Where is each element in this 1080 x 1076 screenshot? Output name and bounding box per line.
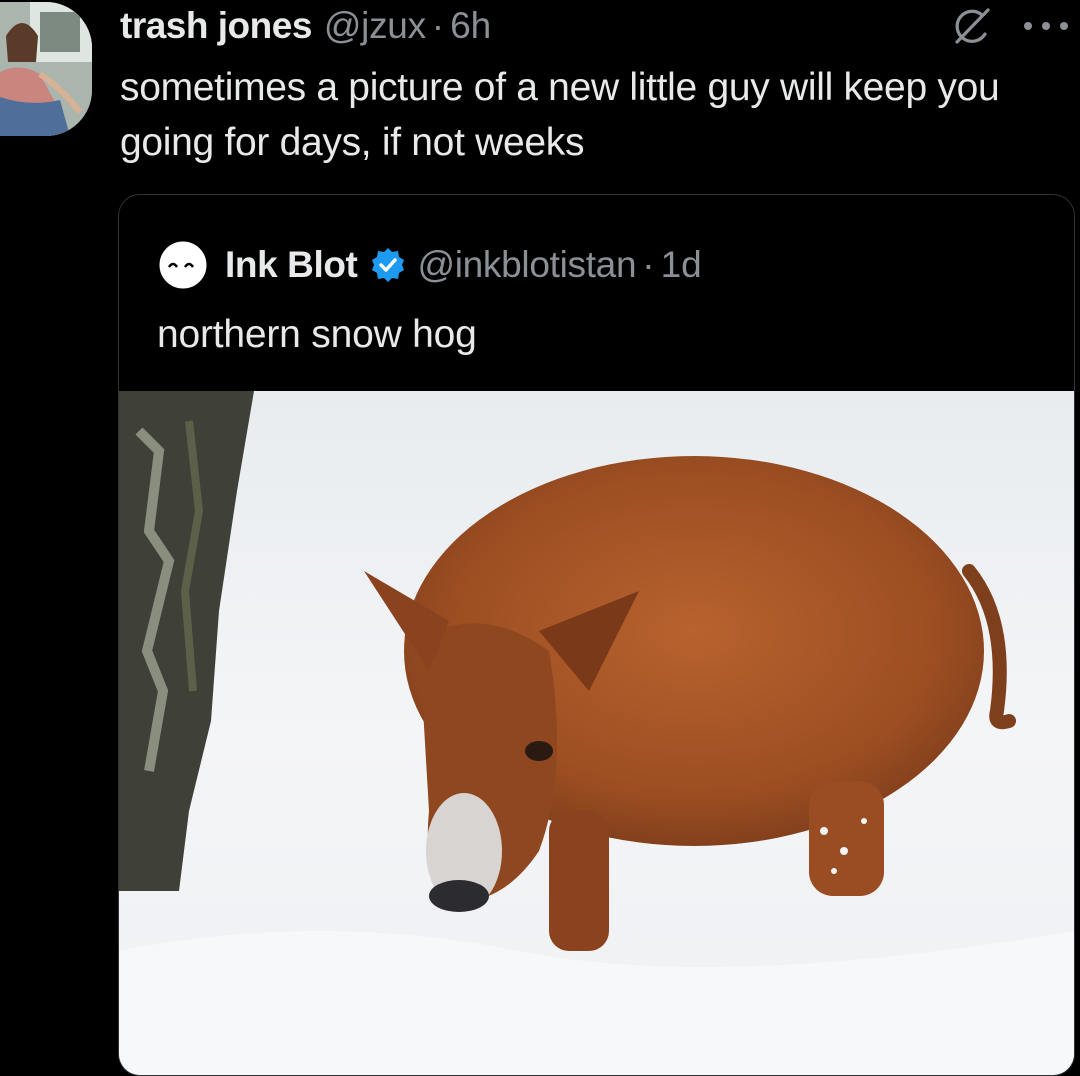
pig-in-snow-photo[interactable]	[119, 391, 1074, 1075]
author-handle[interactable]: @jzux	[324, 5, 426, 47]
tweet-text: sometimes a picture of a new little guy …	[120, 66, 1000, 164]
tweet-header: trash jones @jzux · 6h	[120, 4, 1080, 48]
quoted-tweet-text: northern snow hog	[157, 313, 477, 356]
quoted-tweet-card[interactable]: Ink Blot @inkblotistan · 1d northern sno…	[118, 194, 1075, 1076]
grok-icon[interactable]	[952, 6, 992, 46]
verified-badge-icon	[372, 248, 405, 282]
quoted-author-name[interactable]: Ink Blot	[225, 244, 358, 286]
tweet-time[interactable]: 6h	[450, 5, 491, 47]
more-options-icon[interactable]	[1018, 20, 1078, 32]
quoted-author-avatar[interactable]	[155, 237, 211, 293]
quoted-tweet-header: Ink Blot @inkblotistan · 1d	[155, 237, 702, 293]
quoted-separator-dot: ·	[642, 244, 655, 285]
quoted-author-handle[interactable]: @inkblotistan	[417, 244, 636, 286]
separator-dot: ·	[431, 5, 445, 46]
quoted-tweet-time[interactable]: 1d	[661, 244, 702, 286]
author-avatar[interactable]	[0, 2, 92, 136]
author-name[interactable]: trash jones	[120, 5, 312, 47]
